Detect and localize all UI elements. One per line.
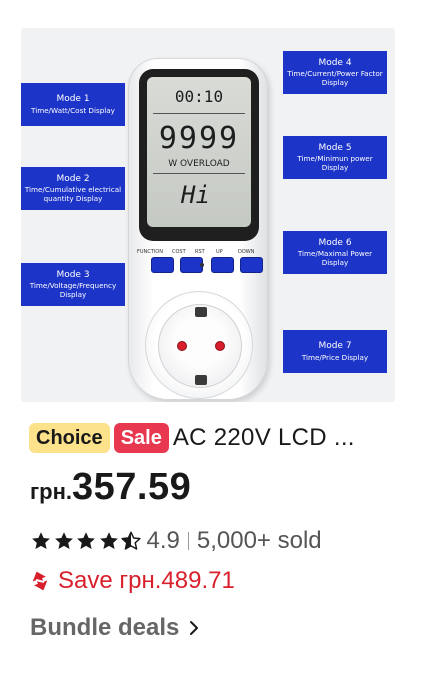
mode-5-label: Mode 5 Time/Minimun power Display [283, 136, 387, 179]
socket-pin-right [215, 341, 225, 351]
choice-badge: Choice [29, 423, 110, 453]
bundle-deals-link[interactable]: Bundle deals [30, 612, 199, 644]
mode-2-label: Mode 2 Time/Cumulative electrical quanti… [21, 167, 125, 210]
mode-description: Time/Cumulative electrical quantity Disp… [24, 185, 122, 204]
device-button-labels: FUNCTION COST RST UP DOWN [137, 249, 261, 257]
bundle-deals-label: Bundle deals [30, 614, 180, 641]
price-currency: грн. [30, 479, 73, 504]
ground-clip-top [195, 307, 207, 317]
rating-value: 4.9 [146, 527, 180, 554]
lcd-bottom: Hi [181, 181, 210, 209]
product-title-row[interactable]: Choice Sale AC 220V LCD ... [29, 422, 383, 454]
mode-description: Time/Price Display [301, 352, 369, 362]
star-full-icon [99, 532, 118, 549]
star-full-icon [77, 532, 95, 549]
rating-row: 4.9 5,000+ sold [30, 527, 322, 555]
button-label: FUNCTION [137, 249, 163, 255]
mode-title: Mode 5 [318, 142, 352, 153]
power-meter-device: 00:10 9999 W OVERLOAD Hi FUNCTION COST R… [128, 58, 268, 400]
mode-title: Mode 1 [56, 94, 90, 105]
mode-3-label: Mode 3 Time/Voltage/Frequency Display [21, 263, 125, 306]
up-button-graphic [211, 257, 234, 273]
rst-led [200, 263, 204, 267]
button-label: RST [195, 249, 205, 255]
mode-description: Time/Voltage/Frequency Display [29, 281, 117, 300]
down-button-graphic [240, 257, 263, 273]
lcd-frame: 00:10 9999 W OVERLOAD Hi [139, 69, 259, 241]
mode-description: Time/Watt/Cost Display [31, 105, 115, 115]
mode-title: Mode 6 [318, 237, 352, 248]
socket-face [158, 304, 242, 388]
save-amount: Save грн.489.71 [58, 567, 235, 594]
ground-clip-bottom [195, 375, 207, 385]
sold-count: 5,000+ sold [196, 527, 322, 554]
socket [145, 291, 253, 399]
button-label: UP [216, 249, 223, 255]
star-full-icon [32, 532, 50, 549]
mode-title: Mode 3 [56, 269, 90, 280]
star-full-icon [54, 532, 73, 549]
divider [187, 532, 189, 550]
sale-badge: Sale [113, 423, 169, 453]
button-label: DOWN [238, 249, 255, 255]
mode-title: Mode 4 [318, 57, 352, 68]
mode-1-label: Mode 1 Time/Watt/Cost Display [21, 83, 125, 126]
mode-title: Mode 2 [56, 173, 90, 184]
star-rating [30, 530, 143, 552]
mode-description: Time/Minimun power Display [297, 154, 373, 173]
price-drop-icon [32, 571, 48, 591]
button-label: COST [172, 249, 186, 255]
mode-description: Time/Current/Power Factor Display [287, 69, 383, 88]
chevron-right-icon [190, 621, 199, 635]
lcd-divider [153, 173, 245, 174]
lcd-screen: 00:10 9999 W OVERLOAD Hi [147, 77, 251, 227]
socket-pin-left [177, 341, 187, 351]
mode-title: Mode 7 [318, 341, 352, 352]
function-button-graphic [151, 257, 174, 273]
price: грн. 357.59 [30, 466, 191, 510]
save-row: Save грн.489.71 [30, 566, 235, 596]
lcd-status: W OVERLOAD [168, 159, 230, 169]
star-half-icon [121, 531, 141, 550]
price-amount: 357.59 [72, 466, 192, 508]
mode-4-label: Mode 4 Time/Current/Power Factor Display [283, 51, 387, 94]
lcd-time: 00:10 [174, 87, 224, 106]
product-title[interactable]: AC 220V LCD ... [173, 424, 383, 452]
mode-6-label: Mode 6 Time/Maximal Power Display [283, 231, 387, 274]
lcd-digits: 9999 [158, 121, 240, 156]
mode-7-label: Mode 7 Time/Price Display [283, 330, 387, 373]
mode-description: Time/Maximal Power Display [297, 249, 373, 268]
product-image[interactable]: Mode 1 Time/Watt/Cost Display Mode 2 Tim… [21, 28, 395, 402]
lcd-divider [153, 113, 245, 114]
